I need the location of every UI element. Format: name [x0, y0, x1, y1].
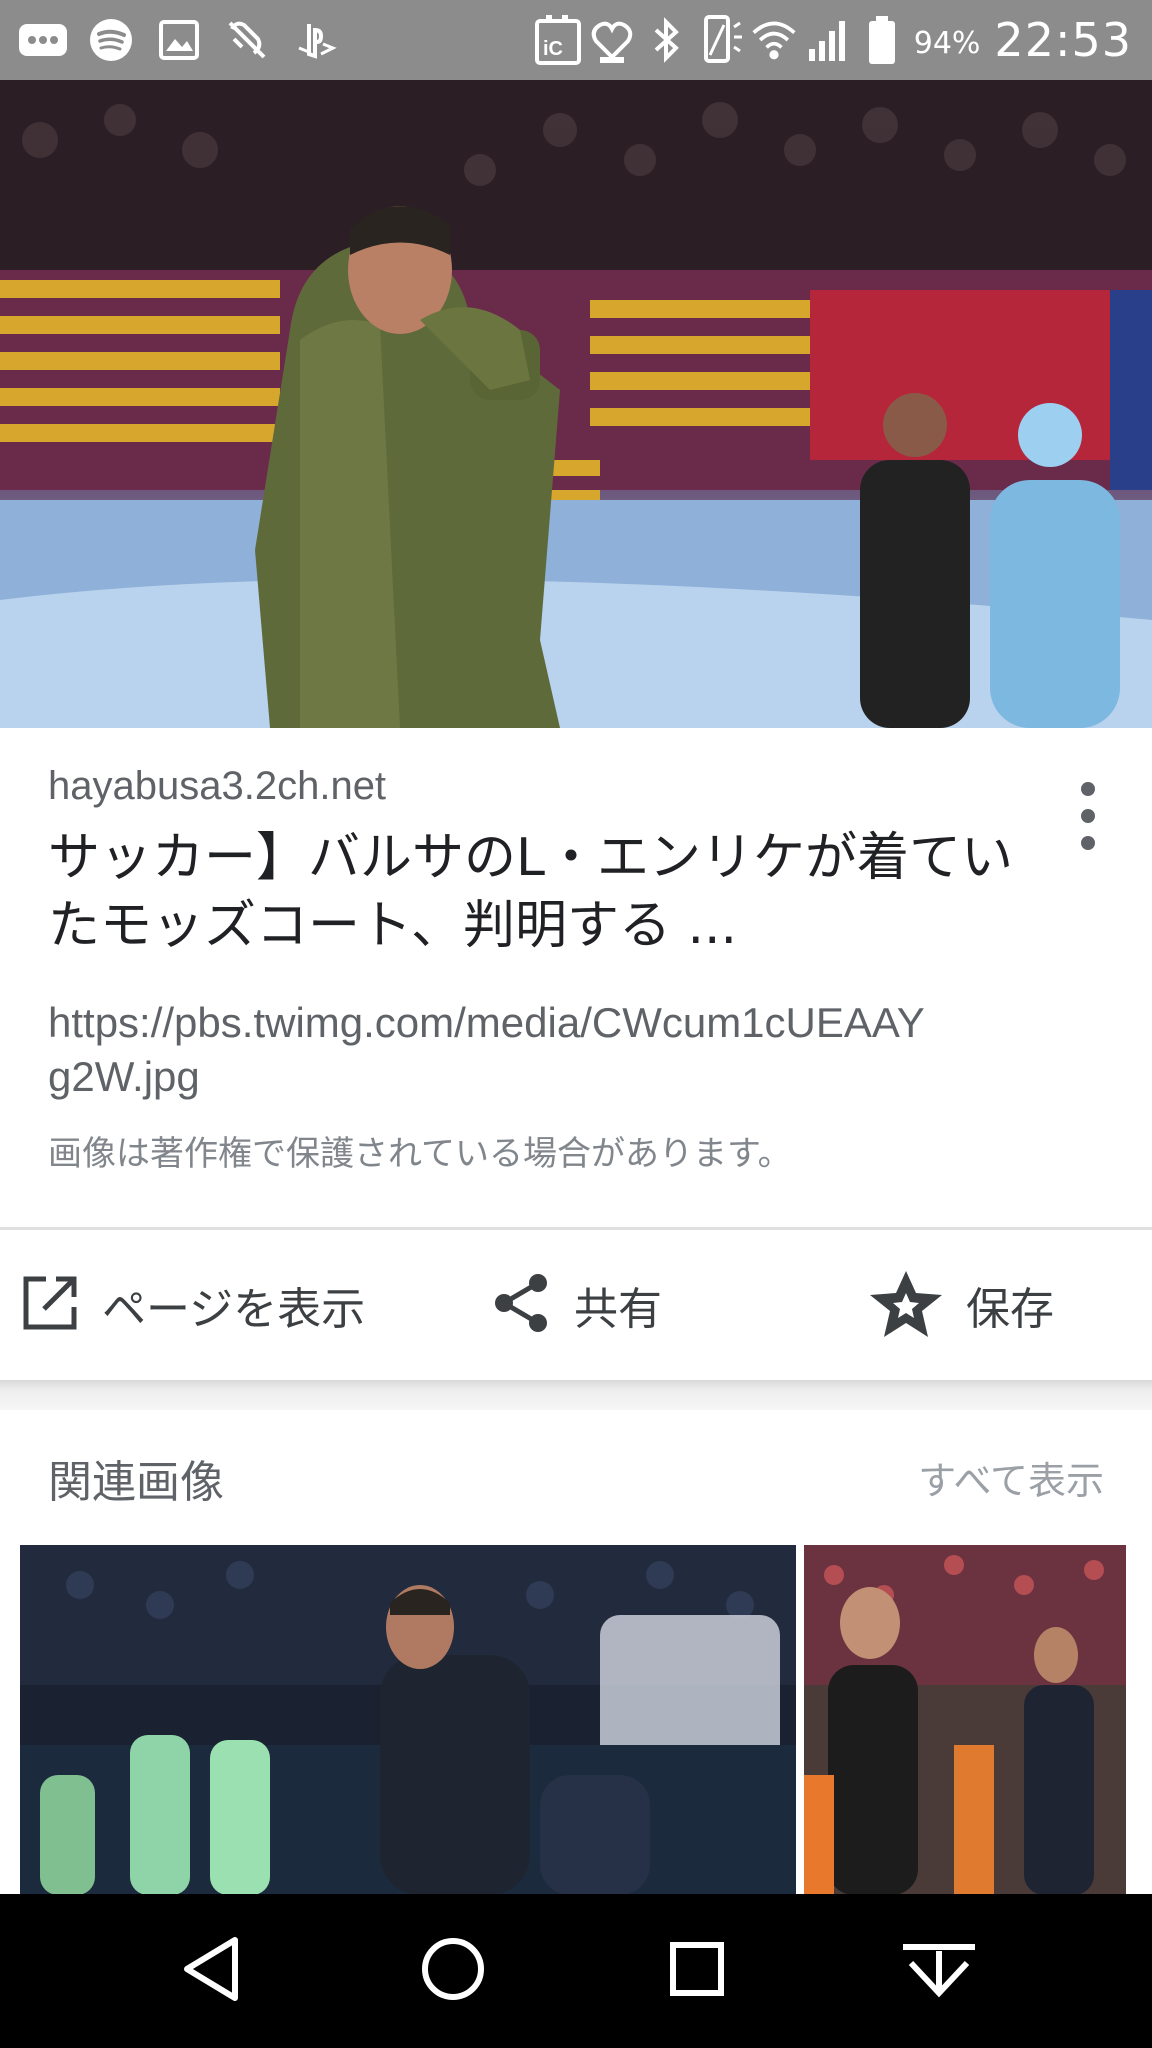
message-icon [16, 13, 70, 67]
main-image-graphic [0, 80, 1152, 728]
source-domain[interactable]: hayabusa3.2ch.net [48, 764, 386, 809]
playstation-icon [288, 13, 342, 67]
bluetooth-icon [642, 13, 690, 67]
star-icon [866, 1267, 946, 1343]
image-icon [152, 13, 206, 67]
save-label: 保存 [966, 1284, 1054, 1335]
image-info-panel: hayabusa3.2ch.net サッカー】バルサのL・エンリケが着ていたモッ… [0, 728, 1152, 1228]
clock: 22:53 [994, 13, 1132, 67]
result-title[interactable]: サッカー】バルサのL・エンリケが着ていたモッズコート、判明する ... [48, 824, 1028, 960]
open-in-new-icon [18, 1271, 82, 1339]
notification-drawer-button[interactable] [894, 1926, 984, 2016]
battery-icon [858, 13, 906, 67]
nfc-icon: iC [534, 13, 582, 67]
action-bar: ページを表示 共有 保存 [0, 1230, 1152, 1380]
image-url[interactable]: https://pbs.twimg.com/media/CWcum1cUEAAY… [48, 996, 948, 1104]
home-icon [420, 1936, 486, 2006]
back-icon [179, 1934, 243, 2008]
section-separator [0, 1380, 1152, 1410]
related-image-thumbnail[interactable] [804, 1545, 1126, 1895]
related-images-title: 関連画像 [48, 1457, 224, 1508]
vibration-off-icon [220, 13, 274, 67]
recent-apps-icon [667, 1939, 727, 2003]
navigation-bar [0, 1894, 1152, 2048]
related-image-graphic [20, 1545, 796, 1895]
see-all-link[interactable]: すべて表示 [918, 1450, 1104, 1505]
share-icon [490, 1271, 554, 1339]
signal-icon [804, 13, 852, 67]
more-options-icon[interactable] [1068, 776, 1108, 856]
wifi-icon [750, 13, 798, 67]
share-button[interactable]: 共有 [490, 1255, 662, 1355]
copyright-notice: 画像は著作権で保護されている場合があります。 [48, 1134, 792, 1174]
visit-page-label: ページを表示 [102, 1284, 366, 1335]
related-image-graphic [804, 1545, 1126, 1895]
svg-text:iC: iC [543, 38, 563, 60]
related-images-section: 関連画像 すべて表示 [0, 1410, 1152, 1895]
battery-percent: 94% [913, 25, 981, 61]
vibrate-icon [696, 13, 744, 67]
status-bar: iC 94% 22:53 [0, 0, 1152, 80]
recent-apps-button[interactable] [652, 1926, 742, 2016]
main-image[interactable] [0, 80, 1152, 728]
pull-down-icon [899, 1939, 979, 2003]
back-button[interactable] [166, 1926, 256, 2016]
home-button[interactable] [408, 1926, 498, 2016]
related-image-thumbnail[interactable] [20, 1545, 796, 1895]
save-button[interactable]: 保存 [866, 1255, 1054, 1355]
heart-monitor-icon [588, 13, 636, 67]
visit-page-button[interactable]: ページを表示 [18, 1255, 365, 1355]
share-label: 共有 [574, 1284, 662, 1335]
spotify-icon [84, 13, 138, 67]
